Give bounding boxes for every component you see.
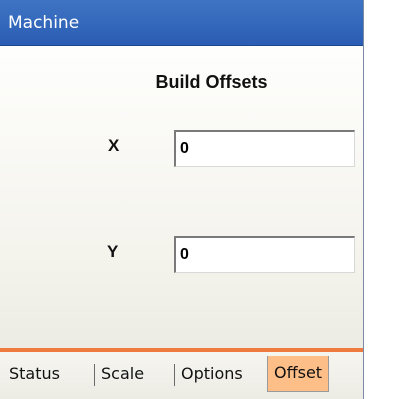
x-offset-label: X [108, 136, 120, 155]
machine-window: Machine Build Offsets X Y Status Scale O… [0, 0, 398, 399]
machine-panel: Machine Build Offsets X Y Status Scale O… [0, 0, 364, 399]
build-offsets-heading: Build Offsets [155, 72, 268, 92]
x-offset-input[interactable] [174, 130, 355, 167]
tab-scale[interactable]: Scale [101, 358, 144, 390]
panel-title: Machine [0, 0, 363, 46]
tab-options[interactable]: Options [181, 358, 243, 390]
tab-status[interactable]: Status [9, 358, 60, 390]
tab-strip: Status Scale Options Offset [0, 352, 363, 399]
y-offset-label: Y [107, 242, 119, 261]
offset-settings-area: Build Offsets X Y [0, 46, 363, 348]
tab-separator [174, 364, 175, 386]
tab-offset[interactable]: Offset [267, 356, 330, 392]
tab-separator [94, 364, 95, 386]
y-offset-input[interactable] [174, 236, 355, 273]
